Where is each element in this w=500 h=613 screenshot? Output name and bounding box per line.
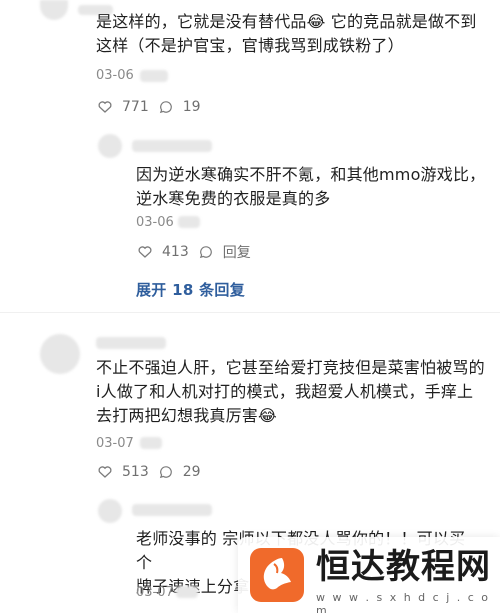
comment-icon[interactable] bbox=[157, 463, 175, 481]
divider bbox=[0, 312, 500, 313]
heart-icon[interactable] bbox=[136, 243, 154, 261]
watermark-title: 恒达教程网 bbox=[316, 547, 491, 587]
username-blur[interactable] bbox=[96, 337, 166, 349]
location-blur bbox=[178, 216, 200, 228]
watermark-url: w w w . s x h d c j . c o m bbox=[316, 591, 491, 613]
comment-icon[interactable] bbox=[157, 98, 175, 116]
avatar[interactable] bbox=[40, 0, 68, 20]
comment-date: 03-06 bbox=[96, 68, 134, 83]
avatar[interactable] bbox=[98, 134, 122, 158]
reply-date: 03-07 bbox=[136, 585, 174, 600]
username-blur[interactable] bbox=[132, 140, 212, 152]
comment-date: 03-07 bbox=[96, 436, 134, 451]
reply-actions: 413 回复 bbox=[136, 242, 251, 262]
site-watermark: 恒达教程网 w w w . s x h d c j . c o m bbox=[238, 537, 500, 613]
reply-date: 03-06 bbox=[136, 215, 174, 230]
location-blur bbox=[176, 586, 198, 598]
comment-actions: 513 29 bbox=[96, 463, 201, 481]
heart-icon[interactable] bbox=[96, 98, 114, 116]
reply-count: 19 bbox=[182, 99, 201, 115]
expand-replies-link[interactable]: 展开 18 条回复 bbox=[136, 279, 245, 300]
heart-icon[interactable] bbox=[96, 463, 114, 481]
like-count: 771 bbox=[122, 99, 149, 115]
reply-icon[interactable] bbox=[197, 243, 215, 261]
comment-text: 是这样的，它就是没有替代品😂 它的竞品就是做不到 这样（不是护官宝，官博我骂到成… bbox=[96, 12, 477, 55]
reply-text: 因为逆水寒确实不肝不氪，和其他mmo游戏比， 逆水寒免费的衣服是真的多 bbox=[136, 165, 486, 208]
username-blur[interactable] bbox=[132, 504, 212, 516]
location-blur bbox=[140, 437, 162, 449]
like-count: 513 bbox=[122, 464, 149, 480]
like-count: 413 bbox=[162, 244, 189, 260]
location-blur bbox=[140, 70, 168, 82]
comment-text: 不止不强迫人肝，它甚至给爱打竞技但是菜害怕被骂的 i人做了和人机对打的模式，我超… bbox=[96, 358, 485, 425]
reply-count: 29 bbox=[182, 464, 201, 480]
comment-thread-page: 是这样的，它就是没有替代品😂 它的竞品就是做不到 这样（不是护官宝，官博我骂到成… bbox=[0, 0, 500, 613]
comment-actions: 771 19 bbox=[96, 98, 201, 116]
avatar[interactable] bbox=[40, 334, 80, 374]
reply-button-label[interactable]: 回复 bbox=[223, 242, 251, 262]
watermark-logo bbox=[250, 548, 304, 602]
avatar[interactable] bbox=[98, 499, 122, 523]
